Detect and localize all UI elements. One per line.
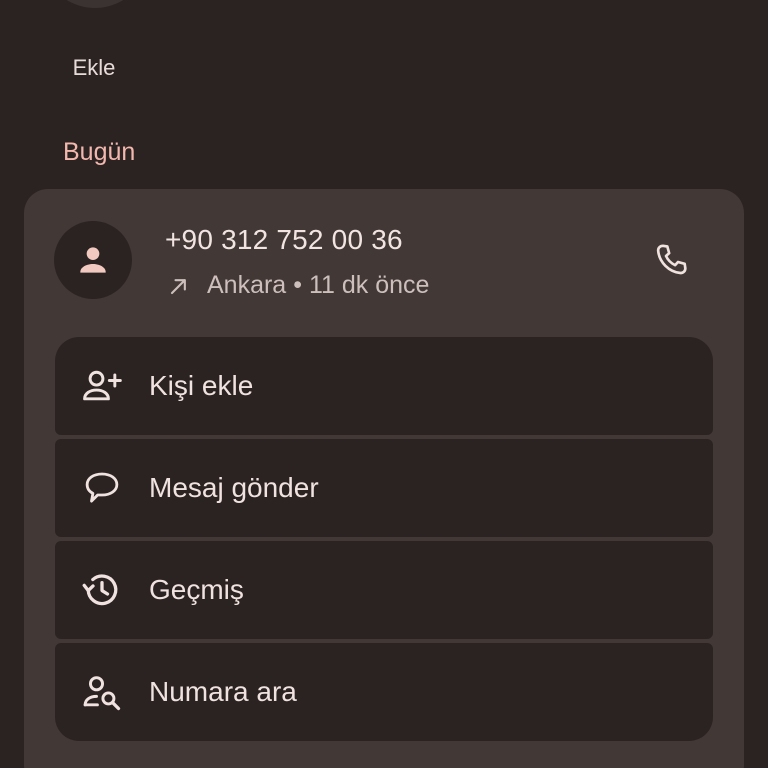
add-favorite-avatar[interactable]: [41, 0, 149, 8]
search-number-label: Numara ara: [149, 676, 297, 707]
call-location: Ankara: [207, 271, 287, 299]
phone-number[interactable]: +90 312 752 00 36: [165, 224, 403, 256]
section-title-today: Bugün: [63, 138, 136, 166]
history-label: Geçmiş: [149, 574, 244, 605]
call-entry-card: +90 312 752 00 36 Ankara • 11 dk önce Ki…: [24, 189, 744, 768]
add-contact-button[interactable]: Kişi ekle: [55, 337, 713, 435]
add-favorite-label: Ekle: [72, 55, 116, 80]
call-actions-list: Kişi ekle Mesaj gönder Geçmiş Numara ara: [55, 337, 713, 745]
call-log-screen: Ekle Bugün +90 312 752 00 36 Ankara • 11…: [0, 0, 768, 768]
contact-avatar[interactable]: [54, 221, 132, 299]
phone-icon: [656, 244, 687, 275]
search-number-button[interactable]: Numara ara: [55, 643, 713, 741]
call-details: Ankara • 11 dk önce: [165, 271, 429, 300]
call-time: 11 dk önce: [308, 271, 430, 299]
call-button[interactable]: [650, 238, 694, 282]
add-contact-label: Kişi ekle: [149, 370, 254, 401]
person-icon: [80, 247, 106, 273]
history-icon: [79, 567, 125, 613]
message-icon: [79, 465, 125, 511]
separator-dot: •: [293, 271, 302, 299]
history-button[interactable]: Geçmiş: [55, 541, 713, 639]
send-message-label: Mesaj gönder: [149, 472, 319, 503]
outgoing-arrow-icon: [170, 278, 186, 294]
person-add-icon: [79, 363, 125, 409]
person-search-icon: [79, 669, 125, 715]
send-message-button[interactable]: Mesaj gönder: [55, 439, 713, 537]
